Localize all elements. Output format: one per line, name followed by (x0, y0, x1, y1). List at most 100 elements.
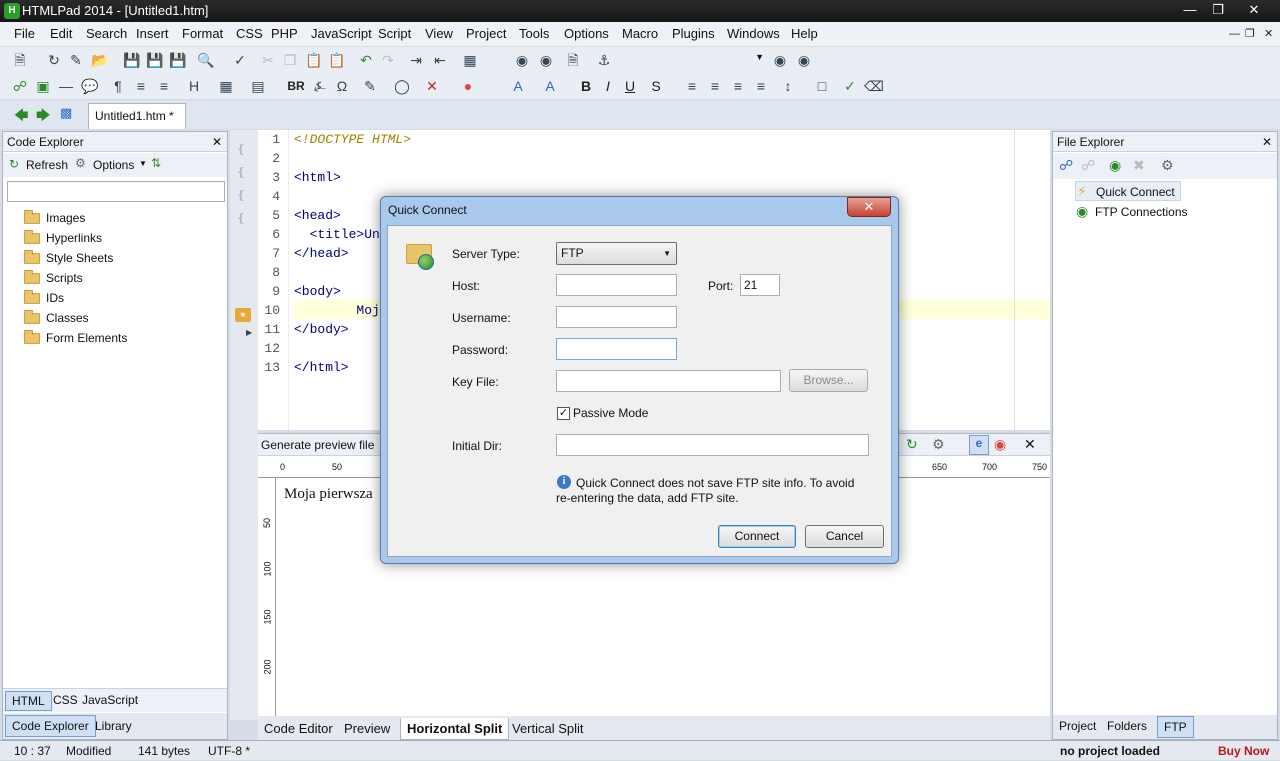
minimize-icon[interactable]: — (1176, 0, 1204, 20)
close-icon[interactable]: ✕ (1240, 0, 1268, 20)
save-all-icon[interactable]: 💾 (145, 50, 165, 70)
buy-now-link[interactable]: Buy Now (1218, 741, 1269, 761)
fold-icon[interactable]: ❴ (236, 211, 246, 225)
spellcheck-icon[interactable]: ✓ (230, 50, 250, 70)
server-type-select[interactable]: FTP ▼ (556, 242, 677, 265)
encoding[interactable]: UTF-8 * (208, 741, 250, 761)
port-input[interactable]: 21 (740, 274, 780, 296)
mdi-minimize-icon[interactable]: — (1229, 22, 1240, 46)
keyfile-input[interactable] (556, 370, 781, 392)
preview-settings-icon[interactable]: ⚙ (932, 436, 945, 453)
cut-icon[interactable]: ✂ (258, 50, 278, 70)
align-left-icon[interactable]: ≡ (682, 76, 702, 96)
italic-icon[interactable]: I (598, 76, 618, 96)
tab-code-editor[interactable]: Code Editor (258, 718, 339, 740)
menu-windows[interactable]: Windows (727, 22, 780, 46)
comment-icon[interactable]: 💬 (80, 76, 100, 96)
menu-tools[interactable]: Tools (519, 22, 549, 46)
bold-icon[interactable]: B (576, 76, 596, 96)
passive-mode-checkbox[interactable]: ✓ (557, 407, 570, 420)
tab-project[interactable]: Project (1059, 719, 1096, 733)
code-line[interactable]: </html> (294, 360, 349, 375)
line-spacing-icon[interactable]: ↕ (778, 76, 798, 96)
indent-icon[interactable]: ⇥ (406, 50, 426, 70)
nbsp-icon[interactable]: ⍼ (310, 76, 330, 96)
special-char-icon[interactable]: Ω (332, 76, 352, 96)
font-style-icon[interactable]: A (540, 76, 560, 96)
fold-icon[interactable]: ❴ (236, 142, 246, 156)
fold-icon[interactable]: ❴ (236, 165, 246, 179)
binoculars-icon[interactable]: ◉ (512, 50, 532, 70)
bookmark-icon[interactable]: ★ (235, 308, 251, 322)
menu-help[interactable]: Help (791, 22, 818, 46)
menu-project[interactable]: Project (466, 22, 506, 46)
refresh-button[interactable]: Refresh (26, 158, 68, 172)
menu-plugins[interactable]: Plugins (672, 22, 715, 46)
tab-html[interactable]: HTML (5, 691, 52, 711)
username-input[interactable] (556, 306, 677, 328)
code-explorer-filter-input[interactable] (7, 181, 225, 202)
chevron-down-icon[interactable]: ▼ (139, 159, 147, 168)
host-input[interactable] (556, 274, 677, 296)
dialog-close-button[interactable]: ✕ (847, 197, 891, 217)
code-line[interactable]: </body> (294, 322, 349, 337)
outdent-icon[interactable]: ⇤ (430, 50, 450, 70)
menu-format[interactable]: Format (182, 22, 223, 46)
panel-close-icon[interactable]: ✕ (212, 132, 222, 152)
close-preview-icon[interactable]: ✕ (1024, 436, 1036, 453)
find-prev-icon[interactable]: ◉ (770, 50, 790, 70)
open-folder-icon[interactable]: 📂 (90, 50, 110, 70)
redo-icon[interactable]: ↷ (378, 50, 398, 70)
browse-button[interactable]: Browse... (789, 369, 868, 392)
gear-icon[interactable]: ⚙ (75, 156, 86, 170)
menu-insert[interactable]: Insert (136, 22, 169, 46)
menu-file[interactable]: File (14, 22, 35, 46)
tab-ftp[interactable]: FTP (1157, 716, 1194, 738)
settings-icon[interactable]: ⚙ (1161, 157, 1174, 174)
password-input[interactable] (556, 338, 677, 360)
tab-untitled1[interactable]: Untitled1.htm * (88, 103, 186, 129)
tab-code-explorer[interactable]: Code Explorer (5, 715, 96, 737)
strikethrough-icon[interactable]: S (646, 76, 666, 96)
code-line[interactable]: <head> (294, 208, 341, 223)
menu-search[interactable]: Search (86, 22, 127, 46)
code-line[interactable]: </head> (294, 246, 349, 261)
connect-icon[interactable]: ☍ (1059, 157, 1073, 174)
refresh-preview-icon[interactable]: ↻ (906, 436, 918, 453)
shape-icon[interactable]: ◯ (392, 76, 412, 96)
code-line[interactable]: <!DOCTYPE HTML> (294, 132, 411, 147)
menu-options[interactable]: Options (564, 22, 609, 46)
undo-icon[interactable]: ↶ (356, 50, 376, 70)
font-icon[interactable]: A (508, 76, 528, 96)
color-wheel-icon[interactable]: ● (458, 76, 478, 96)
bullet-list-icon[interactable]: ≡ (131, 76, 151, 96)
menu-view[interactable]: View (425, 22, 453, 46)
refresh-icon[interactable]: ↻ (9, 157, 19, 171)
panel-close-icon[interactable]: ✕ (1262, 132, 1272, 152)
initial-dir-input[interactable] (556, 434, 869, 456)
edit-icon[interactable]: ✎ (66, 50, 86, 70)
tab-library[interactable]: Library (95, 719, 132, 733)
replace-icon[interactable]: ◉ (536, 50, 556, 70)
script-icon[interactable]: ✎ (360, 76, 380, 96)
paragraph-icon[interactable]: ¶ (108, 76, 128, 96)
toolbar-combo[interactable]: ▼ (614, 50, 766, 70)
tree-item-quick-connect[interactable]: ⚡ Quick Connect (1075, 181, 1181, 201)
generate-preview-label[interactable]: Generate preview file (261, 438, 374, 452)
validate-icon[interactable]: ✓ (840, 76, 860, 96)
tab-preview[interactable]: Preview (338, 718, 396, 740)
browser-icon[interactable]: ▩ (60, 105, 72, 121)
underline-icon[interactable]: U (620, 76, 640, 96)
mdi-restore-icon[interactable]: ❐ (1245, 22, 1255, 46)
menu-php[interactable]: PHP (271, 22, 298, 46)
menu-css[interactable]: CSS (236, 22, 263, 46)
delete-icon[interactable]: ✖ (1133, 157, 1145, 174)
find-icon[interactable]: 🔍 (196, 50, 216, 70)
tab-horizontal-split[interactable]: Horizontal Split (400, 718, 510, 740)
paste-icon[interactable]: 📋 (304, 50, 324, 70)
cancel-button[interactable]: Cancel (805, 525, 884, 548)
chrome-browser-icon[interactable]: ◉ (994, 436, 1006, 453)
save-icon[interactable]: 💾 (122, 50, 142, 70)
align-right-icon[interactable]: ≡ (728, 76, 748, 96)
fold-icon[interactable]: ❴ (236, 188, 246, 202)
